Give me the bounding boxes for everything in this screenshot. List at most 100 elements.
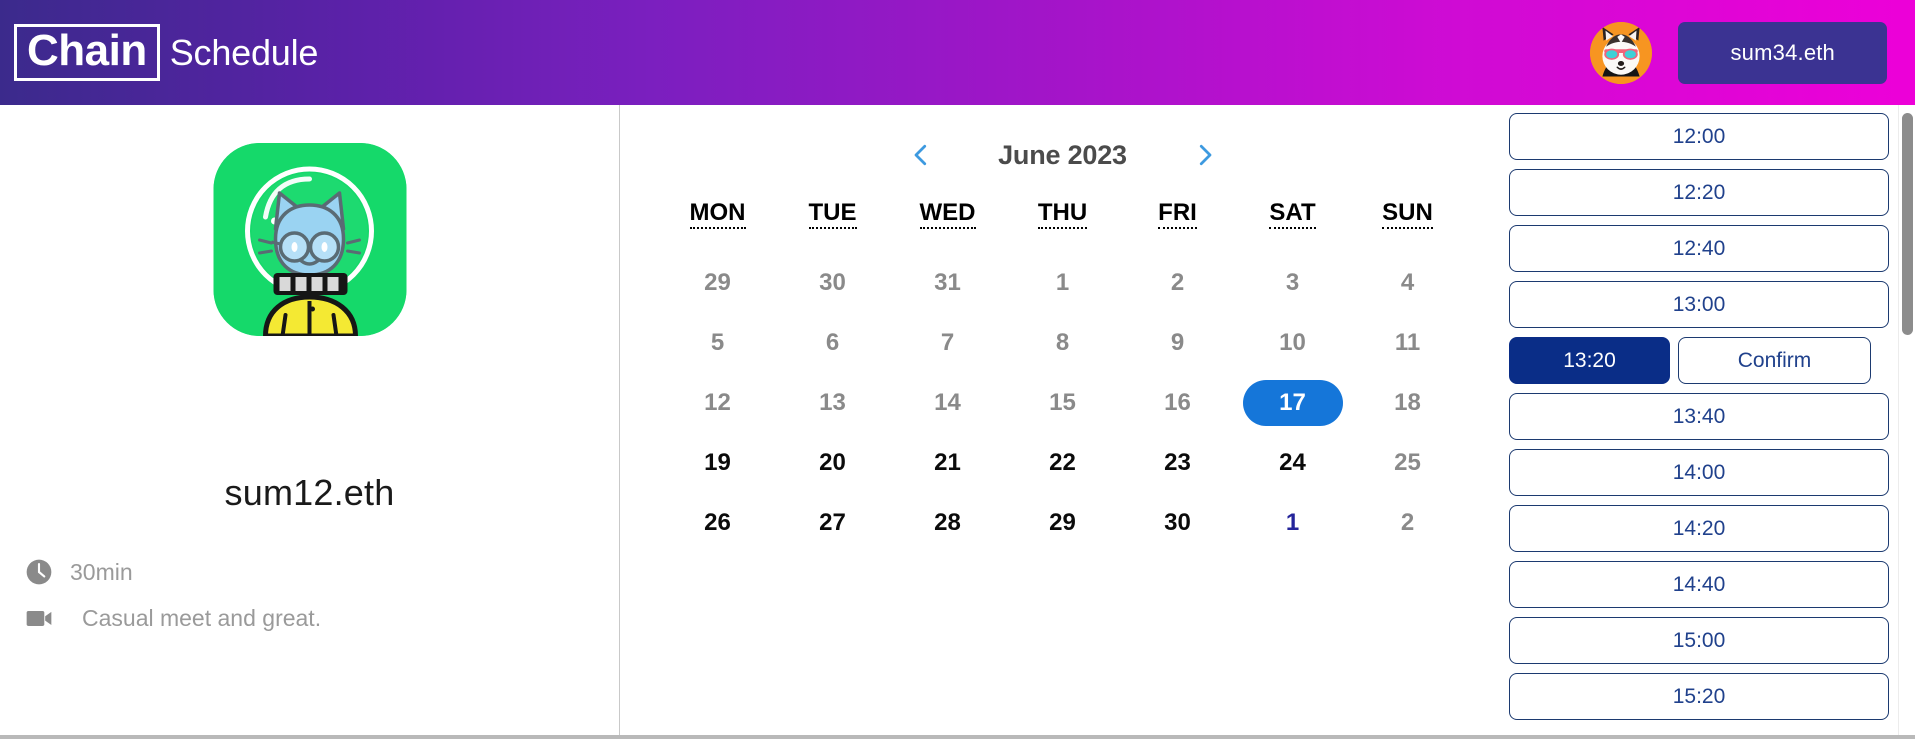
- calendar-day-number: 2: [1400, 509, 1415, 536]
- calendar-day-number[interactable]: 21: [927, 440, 969, 486]
- time-slots-panel[interactable]: 12:00 12:20 12:40 13:00 13:20 Confirm 13:40 14:…: [1505, 105, 1915, 739]
- weekday-header: MON: [660, 199, 775, 253]
- page-scrollbar-thumb[interactable]: [1902, 113, 1913, 335]
- calendar-day-number[interactable]: 22: [1042, 440, 1084, 486]
- calendar-day-number: 7: [940, 329, 955, 356]
- weekday-label: MON: [689, 199, 746, 229]
- main-content: sum12.eth 30min Casual meet and great. J…: [0, 105, 1915, 739]
- wallet-address-button[interactable]: sum34.eth: [1678, 21, 1887, 84]
- calendar-day-number[interactable]: 26: [697, 500, 739, 546]
- calendar-day-cell[interactable]: 24: [1235, 433, 1350, 493]
- weekday-header: THU: [1005, 199, 1120, 253]
- calendar-day-cell[interactable]: 21: [890, 433, 1005, 493]
- time-slot-button[interactable]: 12:40: [1509, 225, 1889, 272]
- weekday-header: WED: [890, 199, 1005, 253]
- calendar-grid: MON TUE WED THU FRI SAT SUN 29 30 31 1 2 3 4 5 6 7 8 9 10 11…: [660, 199, 1465, 553]
- calendar-day-number: 14: [934, 389, 961, 416]
- time-slot-button[interactable]: 15:00: [1509, 617, 1889, 664]
- calendar-day-cell: 10: [1235, 313, 1350, 373]
- calendar-day-cell: 13: [775, 373, 890, 433]
- calendar-day-cell: 18: [1350, 373, 1465, 433]
- calendar-day-cell[interactable]: 28: [890, 493, 1005, 553]
- calendar-day-number[interactable]: 30: [1157, 500, 1199, 546]
- calendar-day-cell[interactable]: 27: [775, 493, 890, 553]
- calendar-day-cell[interactable]: 19: [660, 433, 775, 493]
- weekday-label: SUN: [1382, 199, 1433, 229]
- weekday-header: SUN: [1350, 199, 1465, 253]
- time-slot-button[interactable]: 15:20: [1509, 673, 1889, 720]
- calendar-day-number: 30: [819, 269, 846, 296]
- time-slot-button[interactable]: 12:20: [1509, 169, 1889, 216]
- time-slot-row: 13:40: [1509, 393, 1889, 440]
- weekday-label: FRI: [1158, 199, 1197, 229]
- calendar-day-cell: 29: [660, 253, 775, 313]
- chevron-right-icon[interactable]: [1178, 133, 1232, 177]
- shiba-dog-avatar[interactable]: [1590, 21, 1653, 84]
- calendar-day-cell: 6: [775, 313, 890, 373]
- time-slot-button[interactable]: 14:00: [1509, 449, 1889, 496]
- calendar-day-number[interactable]: 28: [927, 500, 969, 546]
- weekday-label: WED: [919, 199, 976, 229]
- calendar-day-number[interactable]: 29: [1042, 500, 1084, 546]
- event-duration-row: 30min: [22, 555, 321, 589]
- time-slot-button[interactable]: 12:00: [1509, 113, 1889, 160]
- calendar-day-cell[interactable]: 29: [1005, 493, 1120, 553]
- time-slot-row: 13:00: [1509, 281, 1889, 328]
- calendar-day-cell: 16: [1120, 373, 1235, 433]
- app-header: Chain Schedule sum34.eth: [0, 0, 1915, 105]
- calendar-day-cell: 15: [1005, 373, 1120, 433]
- calendar-day-number: 3: [1285, 269, 1300, 296]
- calendar-day-cell: 5: [660, 313, 775, 373]
- calendar-day-number[interactable]: 19: [697, 440, 739, 486]
- schedule-app: Chain Schedule sum34.eth sum12.eth 30min…: [0, 0, 1915, 739]
- calendar-day-number[interactable]: 24: [1272, 440, 1314, 486]
- brand-mark-text: Chain: [27, 25, 147, 75]
- time-slot-row: 12:00: [1509, 113, 1889, 160]
- clock-icon: [22, 555, 56, 589]
- time-slot-button[interactable]: 14:20: [1509, 505, 1889, 552]
- calendar-day-number: 1: [1055, 269, 1070, 296]
- calendar-day-number[interactable]: 20: [812, 440, 854, 486]
- calendar-day-cell: 14: [890, 373, 1005, 433]
- calendar-day-cell: 9: [1120, 313, 1235, 373]
- calendar-day-number[interactable]: 27: [812, 500, 854, 546]
- video-camera-icon: [22, 601, 56, 635]
- astronaut-cat-avatar: [213, 143, 406, 336]
- calendar-day-number[interactable]: 1: [1272, 500, 1314, 546]
- time-slot-button[interactable]: 14:40: [1509, 561, 1889, 608]
- event-meta-list: 30min Casual meet and great.: [22, 555, 321, 647]
- time-slot-row: 15:20: [1509, 673, 1889, 720]
- event-description-label: Casual meet and great.: [82, 604, 322, 631]
- event-profile-panel: sum12.eth 30min Casual meet and great.: [0, 105, 620, 739]
- calendar-day-number[interactable]: 23: [1157, 440, 1199, 486]
- brand-logo[interactable]: Chain Schedule: [14, 23, 318, 82]
- calendar-day-cell: 31: [890, 253, 1005, 313]
- time-slot-button[interactable]: 13:00: [1509, 281, 1889, 328]
- calendar-day-selected[interactable]: 17: [1242, 380, 1343, 426]
- page-scrollbar-track[interactable]: [1898, 105, 1915, 739]
- calendar-day-number: 4: [1400, 269, 1415, 296]
- calendar-day-cell: 3: [1235, 253, 1350, 313]
- calendar-day-cell[interactable]: 30: [1120, 493, 1235, 553]
- header-actions: sum34.eth: [1590, 21, 1887, 84]
- calendar-day-number: 18: [1394, 389, 1421, 416]
- weekday-label: TUE: [808, 199, 857, 229]
- calendar-day-cell[interactable]: 17: [1235, 373, 1350, 433]
- calendar-day-cell: 25: [1350, 433, 1465, 493]
- weekday-label: SAT: [1269, 199, 1316, 229]
- calendar-day-cell[interactable]: 1: [1235, 493, 1350, 553]
- time-slot-button[interactable]: 13:40: [1509, 393, 1889, 440]
- time-slot-selected[interactable]: 13:20: [1509, 337, 1670, 384]
- calendar-day-cell: 12: [660, 373, 775, 433]
- calendar-day-cell: 4: [1350, 253, 1465, 313]
- calendar-day-cell[interactable]: 26: [660, 493, 775, 553]
- calendar-day-cell[interactable]: 23: [1120, 433, 1235, 493]
- event-description-row: Casual meet and great.: [22, 601, 321, 635]
- confirm-button[interactable]: Confirm: [1678, 337, 1871, 384]
- chevron-left-icon[interactable]: [894, 133, 948, 177]
- calendar-day-cell[interactable]: 22: [1005, 433, 1120, 493]
- calendar-day-number: 13: [819, 389, 846, 416]
- calendar-day-cell: 2: [1120, 253, 1235, 313]
- calendar-day-number: 12: [704, 389, 731, 416]
- calendar-day-cell[interactable]: 20: [775, 433, 890, 493]
